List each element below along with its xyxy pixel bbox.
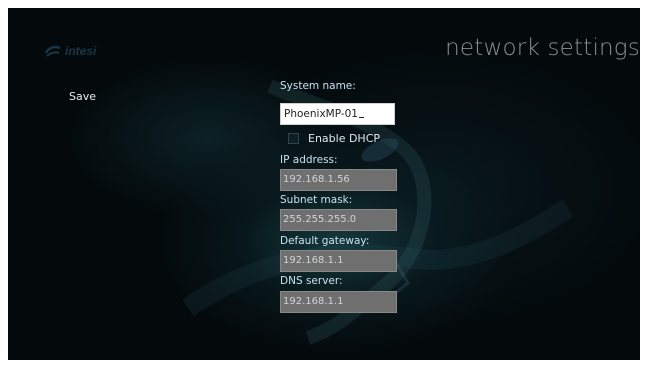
save-button[interactable]: Save <box>69 90 96 103</box>
dhcp-label: Enable DHCP <box>308 132 381 145</box>
ip-address-label: IP address: <box>280 154 338 166</box>
logo-text: intesi <box>65 44 97 58</box>
text-cursor <box>358 117 364 118</box>
enable-dhcp-toggle[interactable]: Enable DHCP <box>288 132 380 145</box>
subnet-mask-field[interactable]: 255.255.255.0 <box>280 209 397 231</box>
system-name-label: System name: <box>280 80 356 92</box>
default-gateway-label: Default gateway: <box>280 235 370 247</box>
dns-server-label: DNS server: <box>280 275 343 287</box>
ip-address-field[interactable]: 192.168.1.56 <box>280 169 397 191</box>
dns-server-field[interactable]: 192.168.1.1 <box>280 291 397 313</box>
tv-screen: intesi network settings Save System name… <box>8 8 640 360</box>
subnet-mask-label: Subnet mask: <box>280 194 353 206</box>
intesis-logo: intesi <box>44 44 96 58</box>
page-title: network settings <box>445 35 640 61</box>
system-name-input[interactable]: PhoenixMP-01 <box>280 103 395 125</box>
system-name-value: PhoenixMP-01 <box>284 108 358 120</box>
default-gateway-field[interactable]: 192.168.1.1 <box>280 250 397 272</box>
intesis-swirl-icon <box>44 45 61 57</box>
dhcp-checkbox[interactable] <box>288 133 299 144</box>
